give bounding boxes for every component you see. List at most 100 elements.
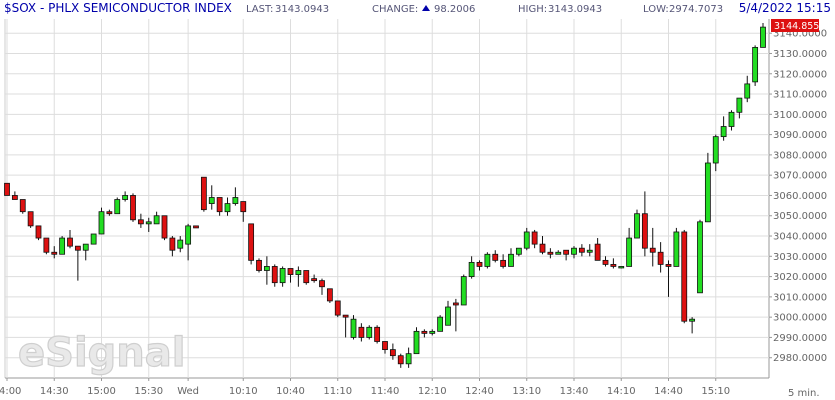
- header-datetime: 5/4/2022 15:15: [739, 1, 831, 15]
- candle-body: [185, 225, 192, 245]
- candlestick-chart[interactable]: 2980.0000 2990.0000 3000.0000 3010.0000 3020…: [0, 0, 835, 400]
- candle-body: [531, 231, 538, 245]
- candle-body: [405, 353, 412, 365]
- y-tick-label: 2980.0000: [773, 353, 827, 364]
- candle-body: [106, 211, 113, 215]
- candle-body: [193, 225, 199, 229]
- candle-body: [4, 182, 10, 196]
- candle-body: [382, 341, 388, 351]
- candle-body: [334, 300, 341, 316]
- y-tick-label: 3050.0000: [773, 211, 827, 222]
- candle-body: [515, 247, 522, 255]
- candle-body: [539, 243, 546, 253]
- candle-body: [319, 280, 325, 288]
- candle-body: [610, 264, 617, 267]
- x-tick-label: 11:40: [371, 386, 400, 397]
- candle-up: [704, 152, 711, 223]
- candle-body: [342, 314, 349, 318]
- candle-body: [752, 46, 759, 83]
- symbol-title: $SOX - PHLX SEMICONDUCTOR INDEX: [4, 1, 232, 15]
- candle-body: [303, 270, 310, 284]
- candle-body: [98, 211, 105, 235]
- candle-body: [389, 349, 396, 357]
- candle-up: [697, 219, 703, 294]
- high-label: HIGH:: [518, 4, 547, 15]
- candle-body: [208, 197, 215, 204]
- candle-body: [82, 243, 89, 251]
- candle-body: [468, 261, 475, 277]
- candle-body: [43, 237, 50, 253]
- candle-body: [90, 233, 97, 245]
- candle-body: [649, 247, 656, 253]
- candle-body: [641, 213, 648, 249]
- candle-body: [626, 237, 633, 267]
- candle-body: [413, 330, 420, 355]
- candle-body: [279, 268, 286, 284]
- y-tick-label: 3090.0000: [773, 130, 827, 141]
- candle-body: [122, 195, 129, 200]
- candle-body: [594, 243, 601, 261]
- candle-body: [350, 318, 357, 338]
- candle-body: [578, 247, 585, 253]
- candle-body: [712, 136, 719, 164]
- candle-up: [618, 266, 625, 269]
- candle-body: [508, 253, 514, 267]
- candle-body: [555, 251, 562, 255]
- y-tick-label: 3070.0000: [773, 171, 827, 182]
- candle-up: [634, 209, 640, 239]
- x-tick-label: 13:40: [560, 386, 589, 397]
- candle-body: [704, 162, 711, 223]
- y-tick-label: 3080.0000: [773, 150, 827, 161]
- candle-body: [460, 276, 467, 306]
- candle-body: [397, 355, 404, 365]
- candle-down: [19, 199, 26, 214]
- candle-up: [59, 236, 66, 255]
- candle-body: [271, 266, 278, 284]
- candle-up: [90, 233, 97, 245]
- candle-body: [657, 251, 664, 265]
- x-tick-label: Wed: [177, 386, 199, 397]
- candle-body: [224, 203, 231, 213]
- candle-body: [216, 197, 223, 213]
- candle-up: [673, 227, 680, 267]
- candle-body: [366, 326, 373, 338]
- candle-body: [145, 221, 152, 225]
- candle-down: [4, 182, 10, 196]
- x-tick-label: 14:10: [607, 386, 636, 397]
- y-tick-label: 3110.0000: [773, 90, 827, 101]
- x-tick-label: 15:30: [134, 386, 163, 397]
- candle-body: [720, 126, 727, 138]
- candle-body: [500, 259, 507, 267]
- x-tick-label: 13:10: [512, 386, 541, 397]
- candle-down: [161, 215, 168, 241]
- candle-up: [752, 45, 759, 86]
- interval-label: 5 min.: [788, 388, 820, 399]
- candle-up: [366, 325, 373, 340]
- x-tick-label: 10:10: [229, 386, 258, 397]
- candle-body: [689, 318, 696, 322]
- x-tick-label: 14:30: [40, 386, 69, 397]
- candle-body: [697, 221, 703, 294]
- candle-down: [326, 288, 333, 303]
- candle-down: [27, 211, 34, 228]
- candle-body: [200, 176, 207, 211]
- candle-down: [200, 176, 207, 212]
- x-tick-label: 14:00: [0, 386, 21, 397]
- candle-body: [256, 259, 262, 271]
- candle-body: [177, 239, 184, 249]
- candle-body: [27, 211, 34, 227]
- candle-body: [358, 326, 365, 338]
- candle-body: [169, 237, 176, 251]
- candle-body: [311, 278, 318, 282]
- candle-down: [130, 193, 136, 222]
- x-tick-label: 15:00: [87, 386, 116, 397]
- candle-body: [445, 306, 451, 326]
- candle-body: [760, 26, 766, 48]
- x-tick-label: 12:40: [465, 386, 494, 397]
- candle-body: [161, 215, 168, 239]
- x-tick-label: 15:10: [701, 386, 730, 397]
- high-value: 3143.0943: [548, 4, 602, 15]
- candle-body: [19, 199, 26, 213]
- candle-body: [35, 225, 42, 239]
- candle-down: [374, 325, 381, 344]
